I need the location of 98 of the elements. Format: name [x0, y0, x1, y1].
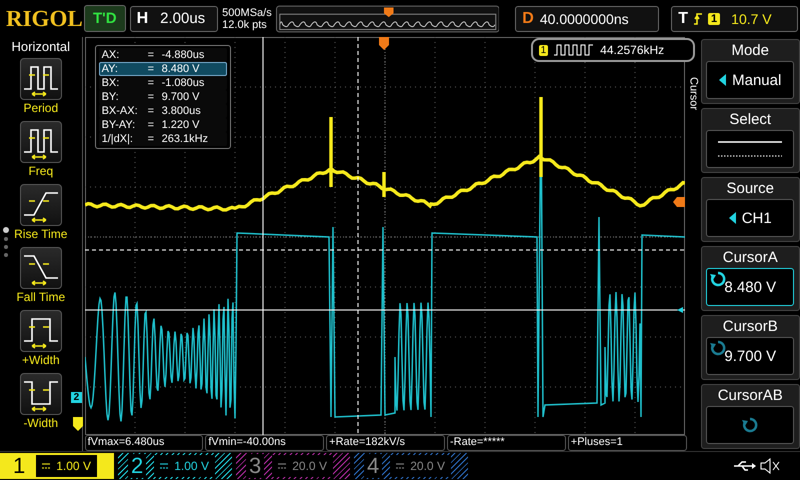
readout-label: AY:: [102, 63, 119, 76]
equals-sign: =: [148, 119, 156, 132]
channel-number: 3: [246, 454, 264, 478]
readout-value: -1.080us: [162, 77, 204, 90]
menu-softkey[interactable]: 8.480 V: [706, 268, 794, 306]
channel-badge: 1: [538, 44, 548, 56]
equals-sign: =: [148, 105, 156, 118]
channel-marker: 2: [70, 392, 82, 404]
equals-sign: =: [148, 133, 156, 146]
channel-number: 4: [364, 454, 382, 478]
readout-value: 263.1kHz: [162, 133, 208, 146]
menu-softkey[interactable]: Manual: [706, 61, 794, 100]
square-wave-icon: [554, 44, 594, 56]
measure-label: Fall Time: [16, 290, 66, 304]
trigger-level: 10.7 V: [731, 10, 772, 27]
usb-icon: [734, 460, 756, 472]
left-arrow-icon: [728, 212, 736, 224]
measure-label: -Width: [23, 416, 58, 430]
readout-value: 9.700 V: [162, 91, 200, 104]
trigger-position-marker: [378, 37, 389, 50]
measurement-readout: fVmax=6.480us: [84, 435, 204, 452]
measurement-readout: fVmin=-40.00ns: [205, 435, 324, 452]
rotate-knob-icon: [710, 340, 726, 356]
menu-item-title: Mode: [731, 41, 769, 62]
menu-item-title: CursorA: [722, 248, 778, 268]
rising-edge-icon: [693, 12, 704, 26]
measure-button[interactable]: [20, 310, 62, 352]
menu-title: Horizontal: [12, 39, 70, 54]
channel-scale: 1.00 V: [36, 455, 97, 478]
left-arrow-icon: [719, 74, 726, 86]
cursor-line[interactable]: [357, 37, 358, 436]
readout-value: 1.220 V: [162, 119, 200, 132]
menu-softkey[interactable]: CH1: [706, 199, 794, 238]
channel-number: 1: [12, 454, 26, 478]
delay-label: D: [522, 10, 534, 28]
rotate-knob-icon: [742, 417, 758, 434]
menu-item-title: CursorB: [722, 317, 778, 338]
dc-coupling-icon: [396, 463, 404, 470]
dc-coupling-icon: [278, 463, 286, 470]
measure-button[interactable]: [20, 58, 62, 100]
cursor-line[interactable]: [84, 310, 685, 311]
measure-button[interactable]: [20, 373, 62, 416]
equals-sign: =: [148, 91, 156, 104]
channel-tab[interactable]: 4 20.0 V: [354, 453, 468, 480]
memory-depth: 12.0k pts: [222, 18, 268, 31]
sample-rate: 500MSa/s: [222, 6, 272, 19]
menu-item-title: CursorAB: [718, 386, 783, 406]
frequency-value: 44.2576kHz: [600, 43, 664, 58]
readout-label: BX:: [102, 77, 120, 90]
page-dots-icon: [3, 227, 9, 258]
menu-side-label: Cursor: [688, 77, 700, 112]
speaker-mute-icon: [760, 458, 780, 474]
readout-value: -4.880us: [162, 49, 204, 62]
menu-item-title: Source: [726, 179, 774, 200]
measure-button[interactable]: [20, 184, 62, 226]
trigger-label: T: [678, 10, 688, 28]
trigger-level-marker: [672, 197, 685, 208]
channel-tab[interactable]: 2 1.00 V: [118, 453, 232, 480]
timebase-value: 2.00us: [159, 10, 206, 28]
channel-scale: 20.0 V: [390, 455, 451, 478]
measurement-readout: +Pluses=1: [568, 435, 687, 452]
menu-item-title: Select: [729, 110, 772, 130]
cursor-line[interactable]: [262, 37, 264, 436]
measurement-readout: +Rate=182kV/s: [326, 435, 445, 452]
equals-sign: =: [148, 77, 156, 90]
readout-label: AX:: [102, 49, 120, 62]
logo: RIGOL: [6, 6, 80, 32]
measure-button[interactable]: [20, 247, 62, 290]
measure-label: Freq: [28, 164, 54, 178]
readout-label: BX-AX:: [102, 105, 139, 118]
readout-label: 1/|dX|:: [102, 133, 134, 146]
channel-tab[interactable]: 3 20.0 V: [236, 453, 350, 480]
cursor-line[interactable]: [84, 250, 685, 251]
dc-coupling-icon: [160, 463, 168, 470]
readout-value: 8.480 V: [162, 63, 200, 76]
channel-scale: 20.0 V: [272, 455, 333, 478]
timebase-label: H: [136, 10, 148, 28]
channel-tab[interactable]: 1 1.00 V: [0, 453, 114, 480]
cursor-arrow-icon: [676, 307, 683, 314]
rotate-knob-icon: [710, 271, 726, 288]
dc-coupling-icon: [42, 463, 50, 470]
channel-number: 2: [128, 454, 146, 478]
trigger-channel: 1: [708, 12, 720, 25]
measure-label: +Width: [22, 353, 60, 368]
run-status: T'D: [84, 5, 126, 32]
delay-value: 40.0000000ns: [540, 10, 629, 27]
channel-offset-icon: [72, 417, 83, 432]
measurement-readout: -Rate=*****: [446, 435, 566, 452]
menu-softkey[interactable]: 9.700 V: [706, 337, 794, 376]
equals-sign: =: [148, 49, 156, 62]
measure-label: Period: [23, 101, 58, 116]
measure-label: Rise Time: [14, 227, 68, 242]
equals-sign: =: [148, 63, 156, 76]
readout-value: 3.800us: [162, 105, 201, 118]
readout-label: BY-AY:: [102, 119, 136, 132]
readout-label: BY:: [102, 91, 120, 104]
channel-scale: 1.00 V: [154, 455, 215, 478]
menu-softkey[interactable]: [706, 130, 794, 168]
